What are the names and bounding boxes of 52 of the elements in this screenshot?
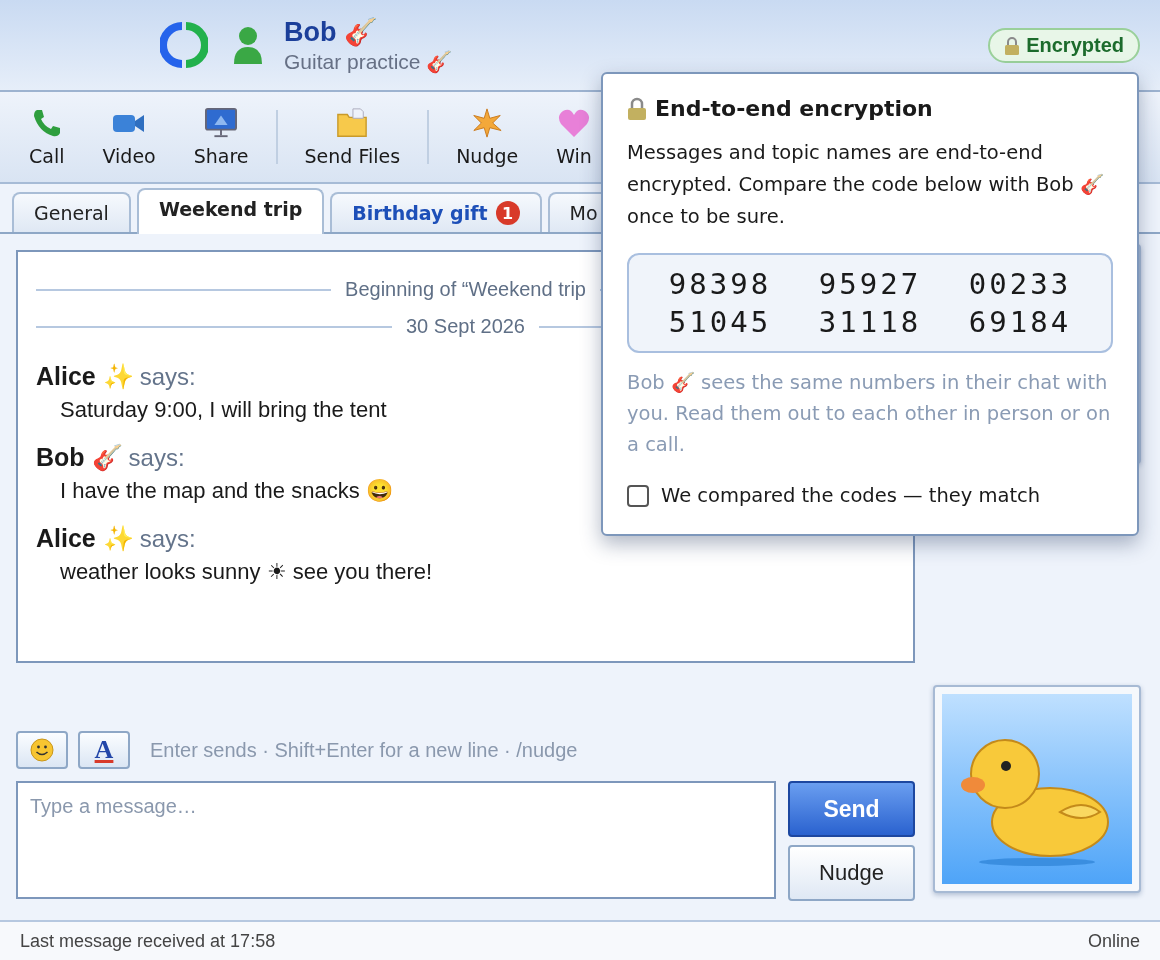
topic-tab[interactable]: General: [12, 192, 131, 232]
toolbar-button[interactable]: Share: [174, 103, 268, 171]
popover-title: End-to-end encryption: [655, 96, 933, 121]
topic-tab[interactable]: Birthday gift 1: [330, 192, 542, 232]
toolbar-button[interactable]: Nudge: [437, 103, 538, 171]
toolbar-button[interactable]: Send Files: [285, 103, 420, 171]
message-text: weather looks sunny ☀ see you there!: [60, 559, 433, 584]
safety-code: 00233: [968, 267, 1072, 301]
checkbox-label: We compared the codes — they match: [661, 484, 1041, 507]
contact-status: Guitar practice 🎸: [284, 50, 453, 74]
contact-icon: [232, 26, 264, 64]
sender-name: Bob 🎸: [36, 443, 123, 471]
safety-code: 95927: [818, 267, 922, 301]
lock-icon: [1004, 35, 1021, 56]
sender-name: Alice ✨: [36, 362, 134, 390]
burst-icon: [470, 107, 505, 139]
sender-name: Alice ✨: [36, 524, 134, 552]
smiley-icon: [30, 738, 54, 762]
encrypted-badge[interactable]: Encrypted: [988, 28, 1140, 63]
topic-tab[interactable]: Weekend trip: [136, 188, 325, 234]
contact-name: Bob 🎸: [284, 16, 379, 48]
composer-hint: Enter sends · Shift+Enter for a new line · /nudge: [150, 738, 578, 762]
says-label: says:: [139, 525, 196, 552]
chat-divider-label: 30 Sept 2026: [406, 315, 525, 338]
toolbar-button[interactable]: Win: [537, 103, 611, 171]
safety-code: 31118: [818, 305, 922, 339]
toolbar-button[interactable]: Call: [10, 103, 84, 171]
match-checkbox[interactable]: [627, 484, 649, 507]
safety-code: 69184: [968, 305, 1072, 339]
heart-icon: [557, 107, 592, 139]
status-text: Last message received at 17:58: [20, 930, 276, 952]
message-input[interactable]: Type a message…: [16, 781, 776, 899]
says-label: says:: [128, 444, 185, 471]
nudge-button[interactable]: Nudge: [788, 845, 915, 901]
folder-icon: [335, 107, 370, 139]
safety-code: 51045: [668, 305, 772, 339]
message-text: Saturday 9:00, I will bring the tent: [60, 397, 387, 422]
chat-divider-label: Beginning of “Weekend trip: [345, 278, 586, 301]
font-button[interactable]: A: [78, 731, 130, 769]
toolbar-button[interactable]: Video: [83, 103, 175, 171]
presence-status: Online: [1087, 930, 1140, 952]
safety-code: 98398: [668, 267, 772, 301]
popover-text: Messages and topic names are end-to-end encrypted. Compare the code below with Bob 🎸 once to be sure.: [627, 140, 1105, 230]
message-text: I have the map and the snacks 😀: [60, 478, 393, 503]
logo-icon: [160, 21, 208, 69]
monitor-icon: [203, 107, 240, 139]
lock-icon: [627, 96, 647, 121]
send-button[interactable]: Send: [788, 781, 915, 837]
unread-count: 1: [495, 201, 520, 225]
emoji-button[interactable]: [16, 731, 68, 769]
says-label: says:: [139, 363, 196, 390]
popover-note: Bob 🎸 sees the same numbers in their chat with you. Read them out to each other in person or on a call.: [627, 370, 1112, 458]
